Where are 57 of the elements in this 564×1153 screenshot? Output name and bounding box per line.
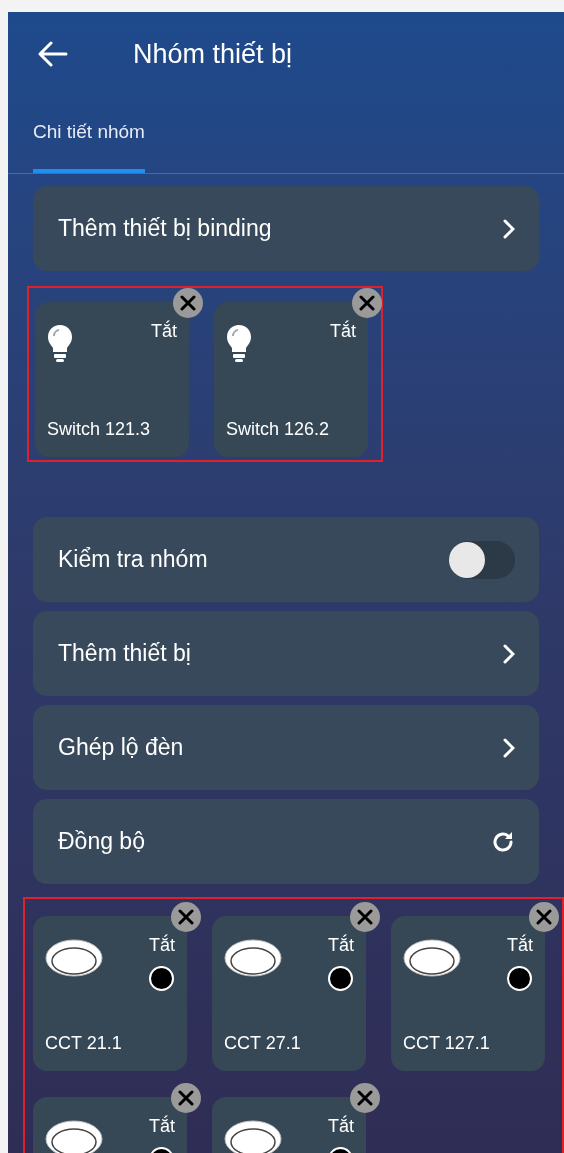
device-state: Tắt	[149, 936, 175, 954]
ceiling-lamp-icon	[224, 938, 282, 978]
device-card[interactable]: Tắt Switch 126.2	[214, 302, 368, 457]
device-state: Tắt	[330, 322, 356, 340]
close-button[interactable]	[350, 1083, 380, 1113]
device-state: Tắt	[328, 1117, 354, 1135]
close-icon	[178, 909, 194, 925]
close-button[interactable]	[171, 1083, 201, 1113]
device-card[interactable]: Tắt CCT 21.1	[33, 916, 187, 1071]
close-button[interactable]	[173, 288, 203, 318]
back-arrow-icon[interactable]	[38, 41, 68, 67]
ceiling-lamp-icon	[403, 938, 461, 978]
device-card[interactable]: Tắt	[33, 1097, 187, 1153]
menu-row[interactable]: Kiểm tra nhóm	[33, 517, 539, 602]
lightbulb-icon	[226, 324, 252, 364]
close-icon	[180, 295, 196, 311]
device-state: Tắt	[328, 936, 354, 954]
lightbulb-icon	[47, 324, 73, 364]
device-state: Tắt	[507, 936, 533, 954]
device-card[interactable]: Tắt Switch 121.3	[35, 302, 189, 457]
device-state: Tắt	[151, 322, 177, 340]
device-name: CCT 27.1	[224, 1032, 301, 1055]
ceiling-lamp-icon	[45, 938, 103, 978]
close-icon	[178, 1090, 194, 1106]
chevron-right-icon	[503, 737, 515, 758]
menu-row[interactable]: Đồng bộ	[33, 799, 539, 884]
menu-row[interactable]: Thêm thiết bị binding	[33, 186, 539, 271]
menu-label: Ghép lộ đèn	[58, 733, 184, 763]
menu-row[interactable]: Ghép lộ đèn	[33, 705, 539, 790]
device-state: Tắt	[149, 1117, 175, 1135]
close-button[interactable]	[352, 288, 382, 318]
ceiling-lamp-icon	[45, 1119, 103, 1153]
menu-label: Kiểm tra nhóm	[58, 545, 208, 575]
close-button[interactable]	[529, 902, 559, 932]
device-name: Switch 126.2	[226, 418, 330, 441]
device-name: CCT 127.1	[403, 1032, 490, 1055]
tab[interactable]: Chi tiết nhóm	[33, 96, 145, 173]
menu-label: Đồng bộ	[58, 827, 145, 857]
page-title: Nhóm thiết bị	[133, 37, 293, 71]
menu-label: Thêm thiết bị	[58, 639, 191, 669]
close-icon	[357, 909, 373, 925]
close-button[interactable]	[171, 902, 201, 932]
close-button[interactable]	[350, 902, 380, 932]
toggle-switch[interactable]	[449, 540, 515, 579]
menu-row[interactable]: Thêm thiết bị	[33, 611, 539, 696]
device-name: CCT 21.1	[45, 1032, 122, 1055]
close-icon	[357, 1090, 373, 1106]
close-icon	[359, 295, 375, 311]
device-card[interactable]: Tắt CCT 127.1	[391, 916, 545, 1071]
device-card[interactable]: Tắt CCT 27.1	[212, 916, 366, 1071]
chevron-right-icon	[503, 643, 515, 664]
device-card[interactable]: Tắt	[212, 1097, 366, 1153]
menu-label: Thêm thiết bị binding	[58, 214, 272, 244]
close-icon	[536, 909, 552, 925]
ceiling-lamp-icon	[224, 1119, 282, 1153]
device-name: Switch 121.3	[47, 418, 151, 441]
chevron-right-icon	[503, 218, 515, 239]
